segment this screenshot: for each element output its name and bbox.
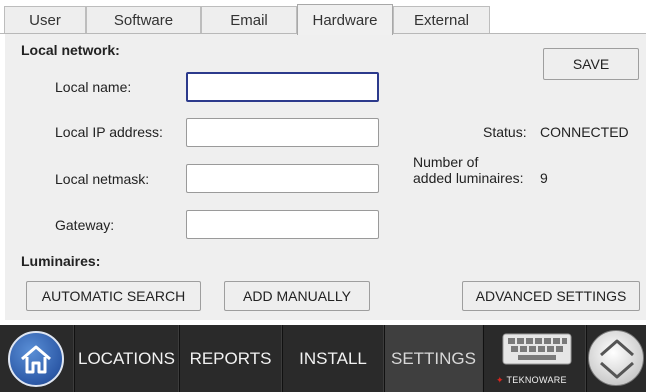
luminaires-count-label-line1: Number of bbox=[413, 154, 479, 170]
local-netmask-input[interactable] bbox=[186, 164, 379, 193]
local-name-input[interactable] bbox=[186, 72, 379, 102]
home-icon bbox=[8, 331, 64, 387]
nav-settings[interactable]: SETTINGS bbox=[384, 325, 483, 392]
keyboard-icon bbox=[502, 333, 572, 365]
save-button[interactable]: SAVE bbox=[543, 48, 639, 80]
luminaires-heading: Luminaires: bbox=[21, 253, 101, 269]
luminaires-count-value: 9 bbox=[540, 170, 548, 186]
status-label: Status: bbox=[483, 124, 527, 140]
advanced-settings-button[interactable]: ADVANCED SETTINGS bbox=[462, 281, 640, 311]
teknoware-logo: ✦ TEKNOWARE bbox=[496, 375, 567, 386]
automatic-search-button[interactable]: AUTOMATIC SEARCH bbox=[26, 281, 201, 311]
local-network-heading: Local network: bbox=[21, 42, 120, 58]
add-manually-button[interactable]: ADD MANUALLY bbox=[224, 281, 370, 311]
gateway-input[interactable] bbox=[186, 210, 379, 239]
luminaires-count-label-line2: added luminaires: bbox=[413, 170, 524, 186]
nav-locations[interactable]: LOCATIONS bbox=[74, 325, 179, 392]
tab-software[interactable]: Software bbox=[86, 6, 201, 33]
tab-hardware[interactable]: Hardware bbox=[297, 4, 393, 35]
teknoware-logo-mark: ✦ bbox=[496, 375, 504, 385]
tab-email[interactable]: Email bbox=[201, 6, 297, 33]
teknoware-logo-text: TEKNOWARE bbox=[506, 375, 567, 385]
tab-bar: User Software Email Hardware External bbox=[0, 0, 646, 35]
nav-install[interactable]: INSTALL bbox=[282, 325, 384, 392]
local-name-label: Local name: bbox=[55, 79, 132, 95]
status-value: CONNECTED bbox=[540, 124, 629, 140]
nav-reports[interactable]: REPORTS bbox=[179, 325, 282, 392]
gateway-label: Gateway: bbox=[55, 217, 115, 233]
tab-external[interactable]: External bbox=[393, 6, 490, 33]
local-ip-input[interactable] bbox=[186, 118, 379, 147]
up-down-scroll-icon bbox=[588, 330, 644, 386]
tab-user[interactable]: User bbox=[4, 6, 86, 33]
local-ip-label: Local IP address: bbox=[55, 124, 163, 140]
home-button[interactable] bbox=[0, 325, 74, 392]
local-netmask-label: Local netmask: bbox=[55, 171, 150, 187]
